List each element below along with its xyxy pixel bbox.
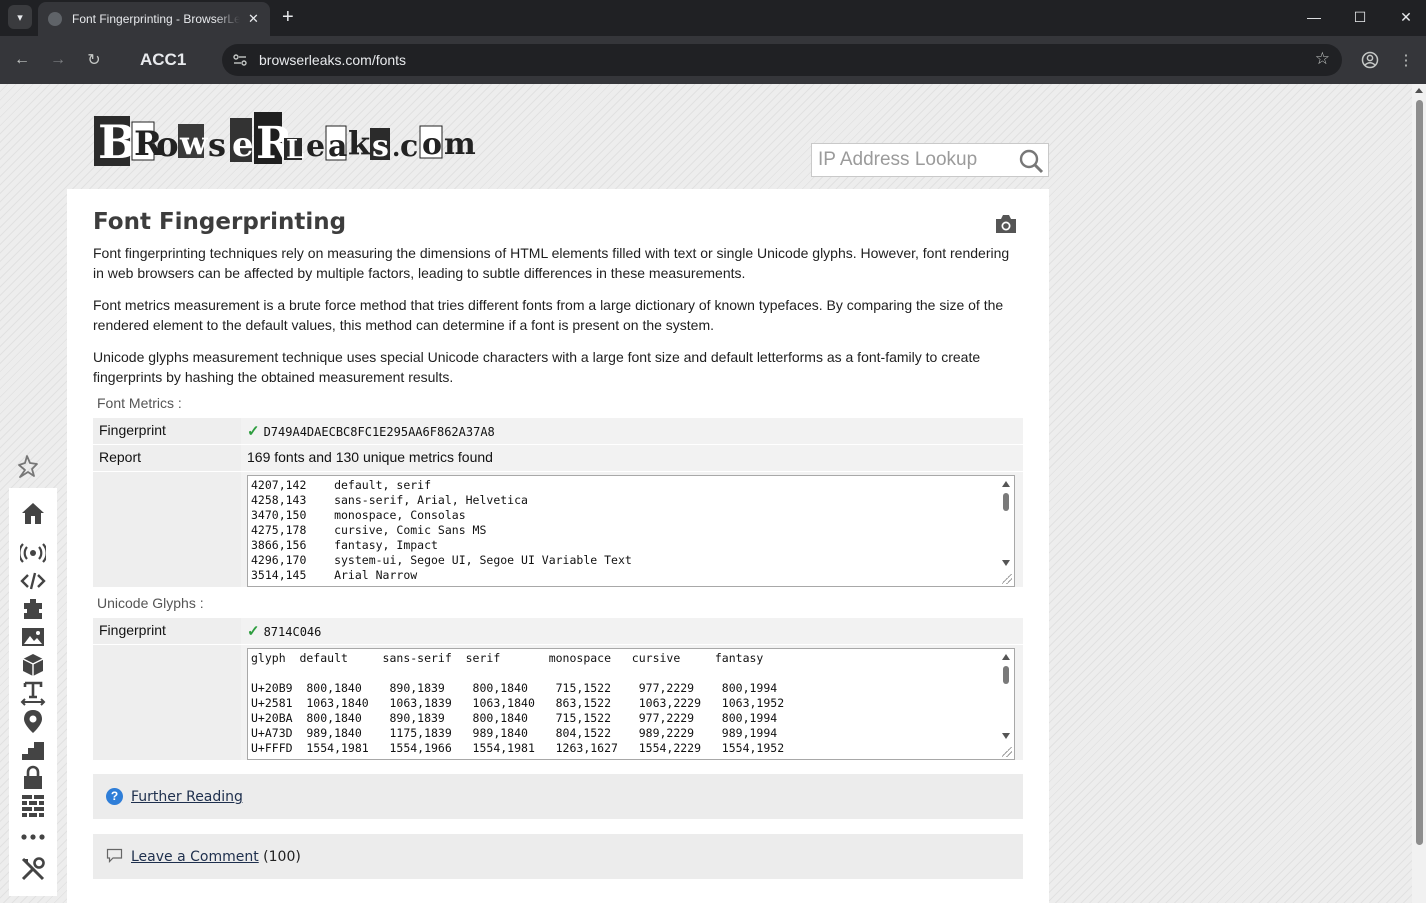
page-title: Font Fingerprinting xyxy=(93,209,347,235)
cube-icon[interactable] xyxy=(20,652,46,678)
bookmark-star-icon[interactable]: ☆ xyxy=(1315,49,1330,69)
close-window-icon[interactable]: ✕ xyxy=(1383,0,1426,34)
tab-close-icon[interactable]: ✕ xyxy=(248,11,259,27)
scroll-thumb[interactable] xyxy=(1416,100,1423,845)
content-card: Font Fingerprinting Font fingerprinting … xyxy=(67,189,1049,903)
url-text: browserleaks.com/fonts xyxy=(259,52,407,68)
further-reading-bar: ? Further Reading xyxy=(93,774,1023,819)
firewall-icon[interactable] xyxy=(20,792,46,818)
checkmark-icon: ✓ xyxy=(247,423,260,440)
ip-lookup-input[interactable] xyxy=(812,144,1012,176)
svg-text:m: m xyxy=(444,127,476,162)
page-scrollbar[interactable] xyxy=(1412,84,1426,903)
help-icon: ? xyxy=(106,788,123,805)
leave-comment-link[interactable]: Leave a Comment xyxy=(131,849,259,865)
address-bar[interactable]: browserleaks.com/fonts ☆ xyxy=(222,44,1342,76)
resize-grip-icon[interactable] xyxy=(1002,747,1012,757)
textarea-scrollbar[interactable] xyxy=(998,476,1014,586)
image-icon[interactable] xyxy=(20,624,46,650)
svg-text:w: w xyxy=(179,124,209,162)
camera-icon[interactable] xyxy=(994,213,1018,235)
font-metrics-label: Font Metrics : xyxy=(97,395,182,411)
code-icon[interactable] xyxy=(20,568,46,594)
new-tab-icon[interactable]: + xyxy=(282,6,294,28)
more-menu-icon[interactable]: ⋮ xyxy=(1394,48,1418,72)
profile-label: ACC1 xyxy=(140,50,187,69)
site-info-icon[interactable] xyxy=(232,52,248,68)
tab-menu-icon[interactable]: ▾ xyxy=(8,5,32,29)
glyphs-fingerprint[interactable]: 8714C046 xyxy=(264,625,322,639)
fingerprint-key: Fingerprint xyxy=(93,418,239,444)
svg-text:a: a xyxy=(328,129,347,164)
report-key: Report xyxy=(93,445,239,471)
home-icon[interactable] xyxy=(20,500,46,526)
more-icon[interactable] xyxy=(20,824,46,850)
further-reading-link[interactable]: Further Reading xyxy=(131,789,243,805)
comment-bar: Leave a Comment (100) xyxy=(93,834,1023,879)
glyphs-fingerprint-row: Fingerprint ✓ 8714C046 xyxy=(93,618,1023,644)
tools-icon[interactable] xyxy=(20,856,46,882)
scroll-up-icon[interactable] xyxy=(1415,88,1423,93)
svg-text:e: e xyxy=(306,129,325,164)
unicode-glyphs-textarea[interactable]: glyph default sans-serif serif monospace… xyxy=(247,648,1015,760)
comment-count: (100) xyxy=(263,849,301,865)
metrics-report-row: Report 169 fonts and 130 unique metrics … xyxy=(93,445,1023,471)
text-width-icon[interactable] xyxy=(20,680,46,706)
svg-text:s: s xyxy=(372,129,389,164)
textarea-scrollbar[interactable] xyxy=(998,649,1014,759)
browser-toolbar: ← → ↻ ACC1 browserleaks.com/fonts ☆ ⋮ xyxy=(0,36,1426,84)
report-value: 169 fonts and 130 unique metrics found xyxy=(241,445,1023,471)
page-viewport: B R o w s e R L e a k s . c o m IP Addre… xyxy=(0,84,1412,903)
stairs-icon[interactable] xyxy=(20,736,46,762)
ip-lookup-search xyxy=(811,143,1049,177)
forward-icon[interactable]: → xyxy=(46,48,70,72)
intro-paragraph: Font fingerprinting techniques rely on m… xyxy=(93,245,1010,281)
svg-text:o: o xyxy=(156,125,179,165)
font-metrics-list: 4207,142 default, serif 4258,143 sans-se… xyxy=(251,478,632,582)
svg-text:o: o xyxy=(422,127,442,162)
profile-icon[interactable] xyxy=(1358,48,1382,72)
broadcast-icon[interactable] xyxy=(20,540,46,566)
metrics-fingerprint[interactable]: D749A4DAECBC8FC1E295AA6F862A37A8 xyxy=(264,425,495,439)
active-tab[interactable]: Font Fingerprinting - BrowserLeaks ✕ xyxy=(38,2,270,36)
favicon-icon xyxy=(48,12,62,26)
svg-text:L: L xyxy=(286,135,304,165)
svg-text:c: c xyxy=(400,129,418,164)
search-icon[interactable] xyxy=(1018,148,1044,174)
glyphs-paragraph: Unicode glyphs measurement technique use… xyxy=(93,349,981,385)
fingerprint-value-cell: ✓ 8714C046 xyxy=(241,618,1023,644)
svg-text:B: B xyxy=(98,115,137,169)
location-icon[interactable] xyxy=(20,708,46,734)
fingerprint-value-cell: ✓ D749A4DAECBC8FC1E295AA6F862A37A8 xyxy=(241,418,1023,444)
maximize-icon[interactable]: ☐ xyxy=(1337,0,1383,34)
metrics-list-row: 4207,142 default, serif 4258,143 sans-se… xyxy=(93,472,1023,587)
svg-text:e: e xyxy=(232,125,254,165)
tab-title: Font Fingerprinting - BrowserLeaks xyxy=(72,12,240,26)
metrics-fingerprint-row: Fingerprint ✓ D749A4DAECBC8FC1E295AA6F862… xyxy=(93,418,1023,444)
plugin-icon[interactable] xyxy=(20,596,46,622)
back-icon[interactable]: ← xyxy=(10,48,34,72)
unicode-glyphs-label: Unicode Glyphs : xyxy=(97,595,204,611)
glyphs-table-row: glyph default sans-serif serif monospace… xyxy=(93,645,1023,760)
resize-grip-icon[interactable] xyxy=(1002,574,1012,584)
font-metrics-textarea[interactable]: 4207,142 default, serif 4258,143 sans-se… xyxy=(247,475,1015,587)
minimize-icon[interactable]: — xyxy=(1291,0,1337,34)
empty-key xyxy=(93,645,239,760)
svg-text:k: k xyxy=(348,124,371,162)
tools-sidebar xyxy=(9,488,57,896)
tab-strip: ▾ Font Fingerprinting - BrowserLeaks ✕ +… xyxy=(0,0,1426,36)
unicode-glyphs-table: glyph default sans-serif serif monospace… xyxy=(251,651,785,755)
fingerprint-key: Fingerprint xyxy=(93,618,239,644)
empty-key xyxy=(93,472,239,587)
svg-text:s: s xyxy=(208,126,226,164)
browserleaks-logo[interactable]: B R o w s e R L e a k s . c o m xyxy=(94,108,484,170)
checkmark-icon: ✓ xyxy=(247,623,260,640)
metrics-paragraph: Font metrics measurement is a brute forc… xyxy=(93,297,1004,333)
reload-icon[interactable]: ↻ xyxy=(82,48,106,72)
comment-icon xyxy=(106,848,123,863)
pin-icon[interactable] xyxy=(16,453,42,479)
lock-icon[interactable] xyxy=(20,764,46,790)
